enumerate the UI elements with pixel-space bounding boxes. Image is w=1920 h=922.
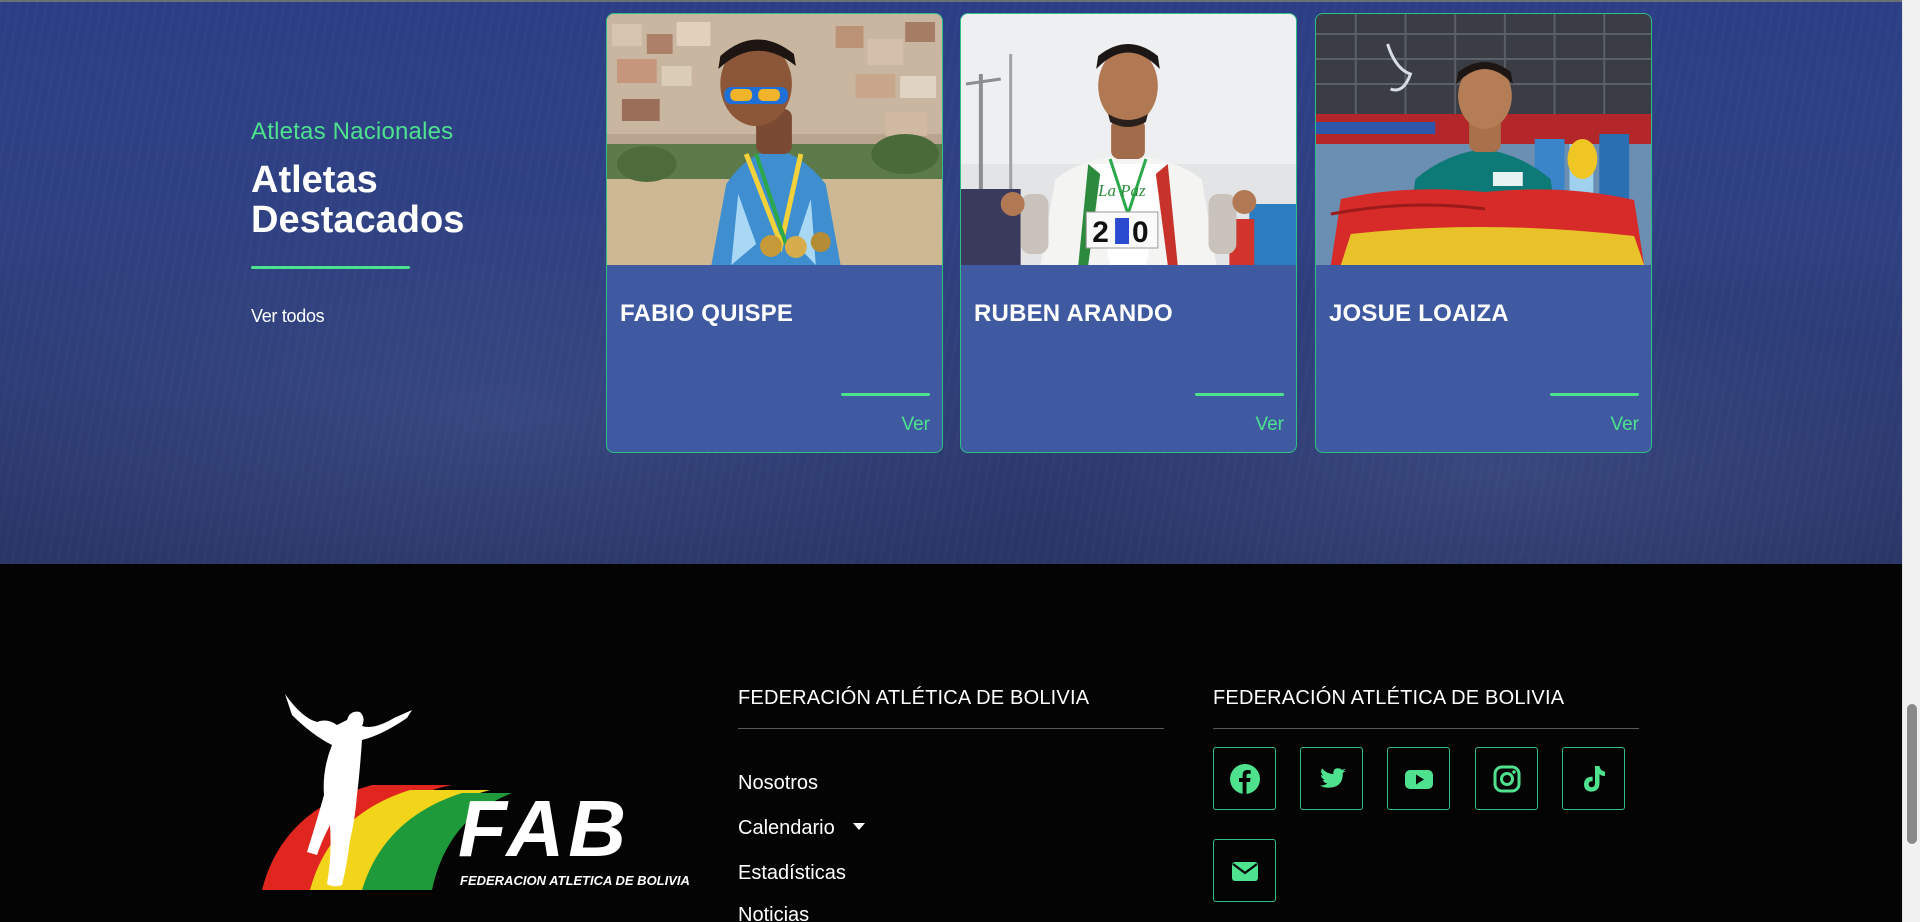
social-column-divider	[1213, 728, 1639, 729]
email-icon	[1231, 861, 1258, 881]
athlete-name: FABIO QUISPE	[620, 300, 794, 327]
nav-column-title: FEDERACIÓN ATLÉTICA DE BOLIVIA	[738, 687, 1090, 709]
logo-subtitle: FEDERACION ATLETICA DE BOLIVIA	[460, 873, 690, 888]
svg-text:La Paz: La Paz	[1097, 181, 1146, 200]
scrollbar-thumb[interactable]	[1907, 704, 1917, 844]
nav-link-label: Calendario	[738, 817, 835, 839]
featured-athletes-section: Atletas Nacionales Atletas Destacados Ve…	[0, 0, 1902, 564]
athlete-name: JOSUE LOAIZA	[1329, 300, 1509, 327]
card-accent-line	[841, 393, 930, 396]
athlete-photo	[1316, 14, 1651, 265]
youtube-icon	[1404, 769, 1433, 789]
nav-link-nosotros[interactable]: Nosotros	[738, 772, 818, 795]
nav-link-estadisticas[interactable]: Estadísticas	[738, 862, 846, 885]
athlete-view-link[interactable]: Ver	[1255, 414, 1284, 436]
section-eyebrow: Atletas Nacionales	[251, 118, 454, 145]
view-all-link[interactable]: Ver todos	[251, 306, 325, 327]
tiktok-icon	[1583, 765, 1605, 792]
section-header: Atletas Nacionales Atletas Destacados Ve…	[251, 118, 551, 327]
nav-link-calendario[interactable]: Calendario	[738, 817, 865, 840]
facebook-icon	[1229, 763, 1260, 794]
fab-logo[interactable]: FAB FEDERACION ATLETICA DE BOLIVIA	[262, 690, 690, 896]
athlete-name: RUBEN ARANDO	[974, 300, 1173, 327]
nav-column-divider	[738, 728, 1164, 729]
caret-down-icon	[852, 823, 865, 831]
nav-link-noticias[interactable]: Noticias	[738, 904, 809, 922]
email-button[interactable]	[1213, 839, 1276, 902]
page-scrollbar[interactable]	[1902, 0, 1920, 922]
twitter-button[interactable]	[1300, 747, 1363, 810]
athlete-card[interactable]: FABIO QUISPE Ver	[606, 13, 943, 453]
instagram-icon	[1493, 765, 1520, 792]
svg-text:2: 2	[1092, 216, 1109, 249]
svg-text:0: 0	[1132, 216, 1149, 249]
section-title: Atletas Destacados	[251, 159, 465, 241]
social-column-title: FEDERACIÓN ATLÉTICA DE BOLIVIA	[1213, 687, 1565, 709]
athlete-photo	[607, 14, 942, 265]
tiktok-button[interactable]	[1562, 747, 1625, 810]
athlete-view-link[interactable]: Ver	[901, 414, 930, 436]
facebook-button[interactable]	[1213, 747, 1276, 810]
logo-wordmark: FAB	[458, 784, 630, 873]
athlete-card[interactable]: La Paz 2 0 RUBEN ARANDO Ver	[960, 13, 1297, 453]
card-accent-line	[1550, 393, 1639, 396]
athlete-photo: La Paz 2 0	[961, 14, 1296, 265]
twitter-icon	[1319, 767, 1346, 788]
instagram-button[interactable]	[1475, 747, 1538, 810]
athlete-card[interactable]: JOSUE LOAIZA Ver	[1315, 13, 1652, 453]
youtube-button[interactable]	[1387, 747, 1450, 810]
athlete-view-link[interactable]: Ver	[1610, 414, 1639, 436]
card-accent-line	[1195, 393, 1284, 396]
title-underline	[251, 266, 410, 269]
